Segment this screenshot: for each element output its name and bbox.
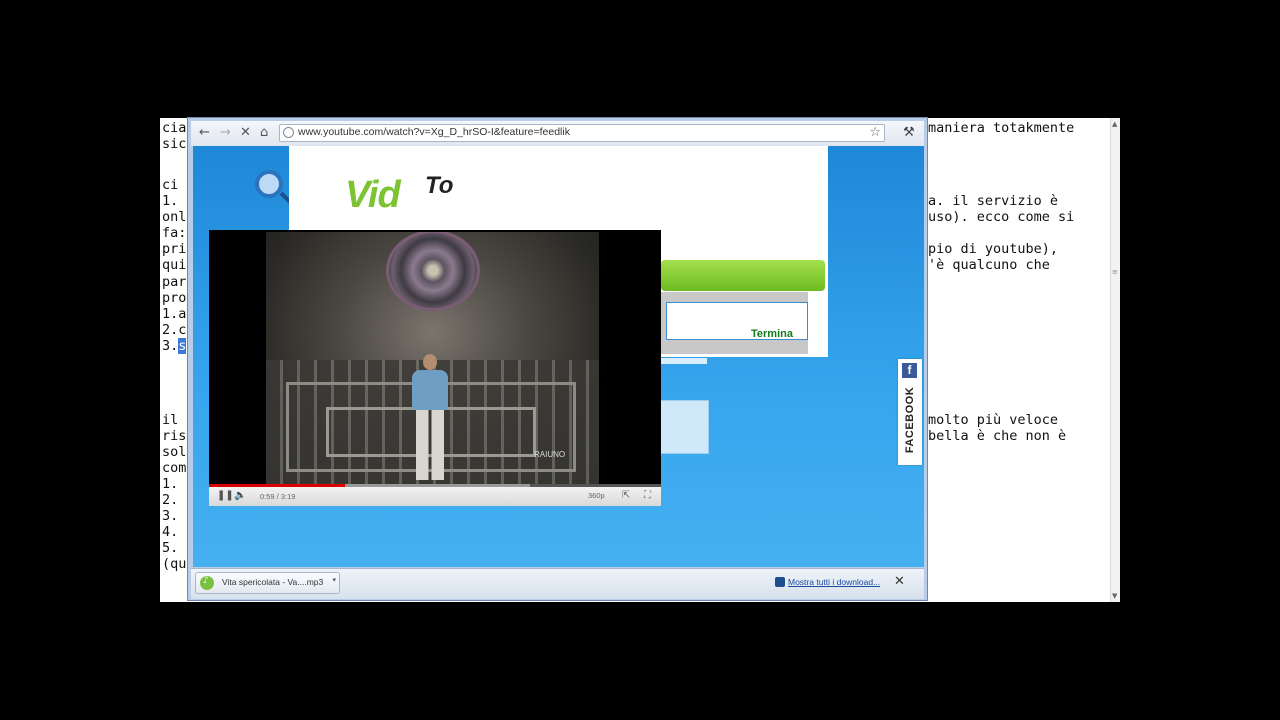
downloads-icon — [775, 577, 785, 587]
logo-vid: Vid — [345, 174, 401, 216]
bookmark-star-icon[interactable]: ☆ — [869, 125, 881, 140]
terminate-label[interactable]: Termina — [751, 328, 793, 340]
editor-scrollbar[interactable]: ▲ ≡ ▼ — [1110, 118, 1120, 602]
editor-line-left: 1. — [162, 476, 179, 492]
volume-icon[interactable]: 🔈 — [234, 490, 246, 501]
quality-selector[interactable]: 360p — [588, 491, 605, 500]
editor-line-right: a. il servizio è — [928, 193, 1059, 209]
status-box — [658, 292, 808, 354]
rose-window-decor — [386, 232, 480, 311]
light-box — [659, 400, 709, 454]
editor-line-left: ris — [162, 428, 187, 444]
video-frame[interactable]: RAIUNO — [266, 232, 599, 484]
scroll-grip-icon[interactable]: ≡ — [1112, 268, 1118, 276]
editor-line-left: 2. — [162, 492, 179, 508]
editor-line-right: uso). ecco come si — [928, 209, 1075, 225]
editor-line-left: sic — [162, 136, 187, 152]
player-controls: ❚❚ 🔈 0:59 / 3:19 360p ⇱ ⛶ — [209, 487, 661, 506]
editor-line-left: 1.a — [162, 306, 187, 322]
download-item[interactable]: Vita spericolata - Va....mp3 ▾ — [195, 572, 340, 594]
download-name[interactable]: Vita spericolata - Va....mp3 — [222, 577, 323, 587]
home-icon[interactable]: ⌂ — [260, 125, 268, 141]
performer-body — [412, 370, 448, 410]
editor-line-right: pio di youtube), — [928, 241, 1059, 257]
facebook-label[interactable]: FACEBOOK — [904, 382, 916, 458]
editor-line-left: 2.c — [162, 322, 187, 338]
scroll-up-icon[interactable]: ▲ — [1112, 120, 1117, 128]
logo-to: To — [425, 172, 454, 199]
selected-text: s — [178, 338, 187, 354]
editor-line-left: 3. — [162, 508, 179, 524]
editor-line-left: pro — [162, 290, 187, 306]
performer-head — [423, 354, 437, 370]
editor-line-right: maniera totakmente — [928, 120, 1075, 136]
editor-line-left: il — [162, 412, 179, 428]
video-time: 0:59 / 3:19 — [260, 492, 296, 501]
audio-file-icon — [200, 576, 214, 590]
popout-icon[interactable]: ⇱ — [622, 490, 630, 501]
fullscreen-icon[interactable]: ⛶ — [644, 490, 651, 501]
editor-line-left: com — [162, 460, 187, 476]
address-bar[interactable]: www.youtube.com/watch?v=Xg_D_hrSO-I&feat… — [279, 124, 885, 142]
browser-toolbar: ← → ✕ ⌂ www.youtube.com/watch?v=Xg_D_hrS… — [191, 121, 924, 146]
pause-icon[interactable]: ❚❚ — [217, 490, 234, 501]
performer-legs — [416, 410, 444, 480]
globe-icon — [283, 127, 294, 138]
editor-line-left: (qu — [162, 556, 187, 572]
close-icon[interactable]: ✕ — [894, 574, 905, 589]
downloads-bar: Vita spericolata - Va....mp3 ▾ Mostra tu… — [191, 568, 924, 599]
editor-line-left: 4. — [162, 524, 179, 540]
editor-line-left: par — [162, 274, 187, 290]
address-url[interactable]: www.youtube.com/watch?v=Xg_D_hrSO-I&feat… — [298, 126, 570, 138]
channel-watermark: RAIUNO — [534, 450, 566, 459]
editor-line-left: 5. — [162, 540, 179, 556]
wrench-icon[interactable]: ⚒ — [903, 125, 915, 140]
video-player[interactable]: RAIUNO ❚❚ 🔈 0:59 / 3:19 360p ⇱ ⛶ — [209, 230, 661, 506]
chevron-down-icon[interactable]: ▾ — [332, 576, 336, 584]
convert-button[interactable] — [661, 260, 825, 291]
editor-line-left: sol — [162, 444, 187, 460]
editor-line-right: 'è qualcuno che — [928, 257, 1050, 273]
editor-line-left: pri — [162, 241, 187, 257]
editor-line-left: cia — [162, 120, 187, 136]
editor-line-left: qui — [162, 257, 187, 273]
editor-line-right: bella è che non è — [928, 428, 1067, 444]
scroll-down-icon[interactable]: ▼ — [1112, 592, 1117, 600]
editor-line-right: molto più veloce — [928, 412, 1059, 428]
editor-line-left: onl — [162, 209, 187, 225]
facebook-tab[interactable]: f FACEBOOK — [898, 359, 922, 465]
stop-icon[interactable]: ✕ — [240, 125, 251, 141]
facebook-icon[interactable]: f — [902, 363, 917, 378]
editor-line-left: 3.s — [162, 338, 187, 354]
light-strip — [659, 358, 707, 364]
editor-line-left: fa: — [162, 225, 187, 241]
back-icon[interactable]: ← — [199, 125, 210, 141]
show-all-downloads-link[interactable]: Mostra tutti i download... — [788, 577, 880, 587]
forward-icon[interactable]: → — [220, 125, 231, 141]
editor-line-left: 1. — [162, 193, 179, 209]
